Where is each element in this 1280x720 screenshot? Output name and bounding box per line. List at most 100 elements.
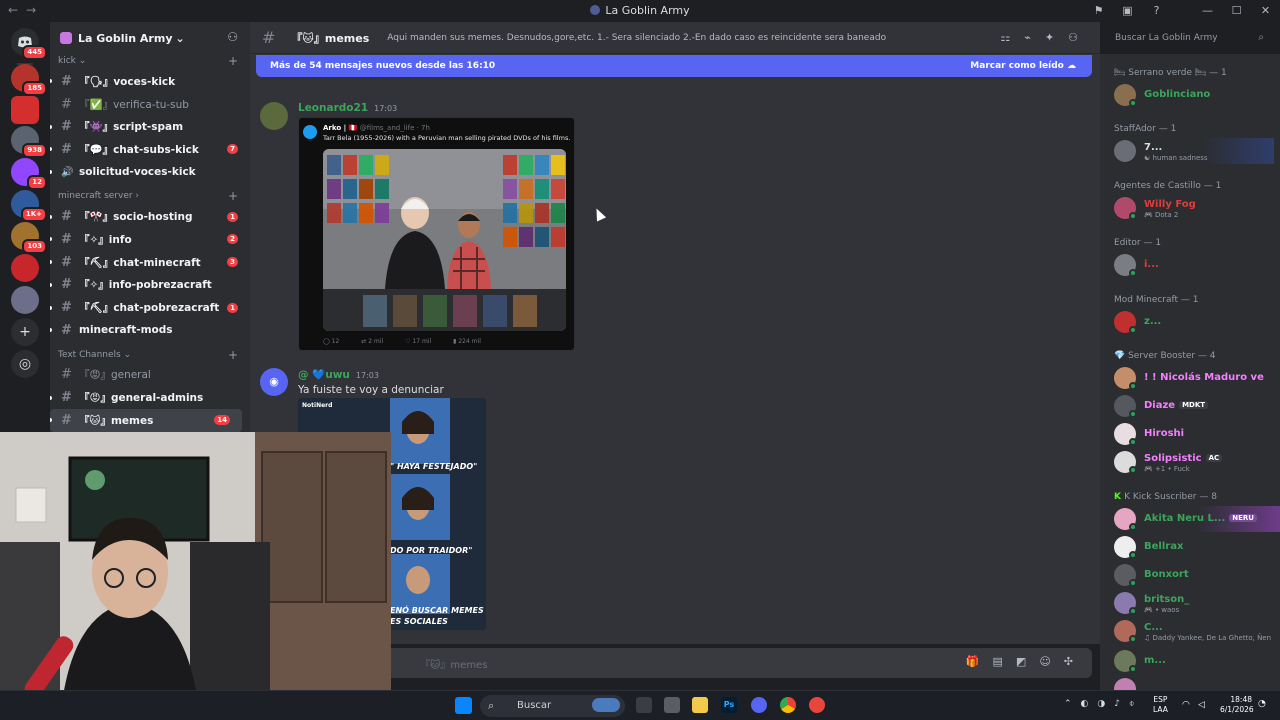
mute-bell-icon[interactable]: ⌁: [1024, 31, 1045, 44]
direct-messages-button[interactable]: 445: [11, 28, 47, 60]
discover-button[interactable]: ◎: [11, 350, 39, 378]
notification-bell-icon[interactable]: ◔: [1258, 699, 1270, 711]
member-item[interactable]: Willy Fog 🎮 Dota 2: [1114, 195, 1274, 221]
user-avatar[interactable]: ◉: [260, 368, 288, 396]
maximize-button[interactable]: ☐: [1222, 0, 1251, 22]
channel-item[interactable]: # 『✧』info-pobrezacraft: [50, 274, 250, 297]
add-channel-icon[interactable]: +: [228, 348, 238, 362]
members-icon[interactable]: ⚇: [1068, 31, 1092, 44]
widgets-icon[interactable]: [592, 698, 620, 712]
like-count[interactable]: ♡ 17 mil: [405, 338, 431, 345]
member-item[interactable]: Akita Neru L... NERU: [1114, 506, 1280, 532]
server-icon[interactable]: [11, 254, 39, 282]
channel-item[interactable]: # 『✅』verifica-tu-sub: [50, 93, 250, 116]
server-icon[interactable]: 12: [11, 158, 47, 190]
microphone-icon[interactable]: ⌽: [1129, 699, 1143, 709]
channel-item[interactable]: 🔊 solicitud-voces-kick: [50, 161, 250, 184]
threads-icon[interactable]: ⚏: [1000, 31, 1024, 44]
channel-item[interactable]: # 『😡』general: [50, 364, 250, 387]
member-item[interactable]: z...: [1114, 309, 1274, 335]
member-item[interactable]: C... ♫ Daddy Yankee, De La Ghetto, Ñen: [1114, 618, 1274, 644]
app-icon[interactable]: [809, 697, 825, 713]
channel-item[interactable]: # 『😡』general-admins: [50, 386, 250, 409]
screen-icon[interactable]: ▣: [1113, 0, 1142, 22]
speaker-icon[interactable]: ◁: [1198, 700, 1210, 712]
invite-people-icon[interactable]: ⚇: [227, 30, 238, 44]
channel-topic[interactable]: Aqui manden sus memes. Desnudos,gore,etc…: [387, 33, 1007, 43]
member-item[interactable]: Hiroshi: [1114, 421, 1274, 447]
taskbar-clock[interactable]: 18:48 6/1/2026: [1220, 695, 1254, 715]
member-item[interactable]: [1114, 676, 1274, 690]
view-count[interactable]: ▮ 224 mil: [453, 338, 481, 345]
add-server-button[interactable]: +: [11, 318, 39, 346]
tray-app-icon[interactable]: ◑: [1097, 699, 1114, 709]
member-item[interactable]: Bonxort: [1114, 562, 1274, 588]
tray-app-icon[interactable]: ◐: [1081, 699, 1098, 709]
pin-icon[interactable]: ✦: [1045, 31, 1068, 44]
task-view-icon[interactable]: [636, 697, 652, 713]
channel-item[interactable]: # 『⛏』chat-minecraft 3: [50, 251, 250, 274]
member-item[interactable]: m...: [1114, 648, 1274, 674]
twitter-embed[interactable]: Arko | 🇵🇪 @films_and_life · 7h Tarr Bela…: [298, 117, 575, 351]
category-text-channels[interactable]: Text Channels ⌄ +: [50, 348, 250, 364]
server-header[interactable]: La Goblin Army ⌄ ⚇: [50, 22, 250, 54]
member-item[interactable]: ! ! Nicolás Maduro ve: [1114, 365, 1274, 391]
category-kick[interactable]: kick ⌄ +: [50, 54, 250, 70]
sticker-icon[interactable]: ◩: [1016, 655, 1039, 668]
server-icon[interactable]: 938: [11, 126, 47, 158]
gif-icon[interactable]: ▤: [993, 655, 1016, 668]
apps-icon[interactable]: ✣: [1064, 655, 1086, 668]
language-indicator[interactable]: ESP LAA: [1153, 695, 1168, 715]
emoji-icon[interactable]: ☺: [1039, 655, 1063, 668]
channel-item[interactable]: # 『👾』script-spam: [50, 115, 250, 138]
channel-item[interactable]: # 『💬』chat-subs-kick 7: [50, 138, 250, 161]
channel-item[interactable]: # 『🗣』voces-kick: [50, 70, 250, 93]
volume-icon[interactable]: ♪: [1114, 699, 1129, 709]
search-input[interactable]: Buscar La Goblin Army ⌕: [1110, 28, 1270, 48]
app-icon[interactable]: [664, 697, 680, 713]
server-icon[interactable]: [11, 96, 39, 124]
close-button[interactable]: ✕: [1251, 0, 1280, 22]
channel-item[interactable]: # 『⛏』chat-pobrezacraft 1: [50, 296, 250, 319]
user-avatar[interactable]: [260, 102, 288, 130]
server-icon[interactable]: 1K+: [11, 190, 47, 222]
help-icon[interactable]: ?: [1142, 0, 1171, 22]
server-icon[interactable]: [11, 286, 39, 314]
server-icon[interactable]: 185: [11, 64, 47, 96]
embed-photo[interactable]: [323, 149, 566, 331]
file-explorer-icon[interactable]: [692, 697, 708, 713]
discord-taskbar-icon[interactable]: [751, 697, 767, 713]
member-item[interactable]: 7... ☯ human sadness: [1114, 138, 1274, 164]
new-messages-bar[interactable]: Más de 54 mensajes nuevos desde las 16:1…: [256, 55, 1092, 77]
member-item[interactable]: i...: [1114, 252, 1274, 278]
photoshop-icon[interactable]: Ps: [721, 697, 737, 713]
retweet-count[interactable]: ⇄ 2 mil: [361, 338, 383, 345]
author-name[interactable]: Leonardo21: [298, 102, 368, 114]
member-item[interactable]: Solipsistic AC 🎮 +1 • Fuck: [1114, 449, 1274, 475]
channel-item-active[interactable]: # 『🐱』memes 14: [50, 408, 242, 432]
reply-count[interactable]: ◯ 12: [323, 338, 339, 345]
message-author[interactable]: Leonardo21 17:03: [298, 102, 397, 114]
channel-item[interactable]: # 『✧』info 2: [50, 228, 250, 251]
chrome-icon[interactable]: [780, 697, 796, 713]
gift-icon[interactable]: 🎁: [966, 655, 993, 668]
channel-item[interactable]: # minecraft-mods: [50, 319, 250, 342]
minimize-button[interactable]: —: [1193, 0, 1222, 22]
server-icon[interactable]: 103: [11, 222, 47, 254]
mark-as-read-button[interactable]: Marcar como leído ☁: [970, 55, 1076, 77]
embed-author[interactable]: Arko | 🇵🇪 @films_and_life · 7h: [323, 124, 430, 132]
chevron-up-icon[interactable]: ⌃: [1064, 699, 1081, 709]
member-item[interactable]: britson_ 🎮 • waos: [1114, 590, 1274, 616]
add-channel-icon[interactable]: +: [228, 54, 238, 68]
add-channel-icon[interactable]: +: [228, 189, 238, 203]
start-menu-icon[interactable]: [455, 697, 472, 714]
message-author[interactable]: @ 💙uwu 17:03: [298, 368, 379, 381]
author-name[interactable]: @ 💙uwu: [298, 369, 350, 381]
wifi-icon[interactable]: ◠: [1182, 700, 1194, 712]
member-item[interactable]: Bellrax: [1114, 534, 1274, 560]
channel-item[interactable]: # 『🎌』socio-hosting 1: [50, 205, 250, 228]
category-minecraft[interactable]: minecraft server › +: [50, 189, 250, 205]
inbox-icon[interactable]: ⚑: [1084, 0, 1113, 22]
member-item[interactable]: Goblinciano: [1114, 82, 1274, 108]
member-item[interactable]: Diaze MDKT: [1114, 393, 1274, 419]
